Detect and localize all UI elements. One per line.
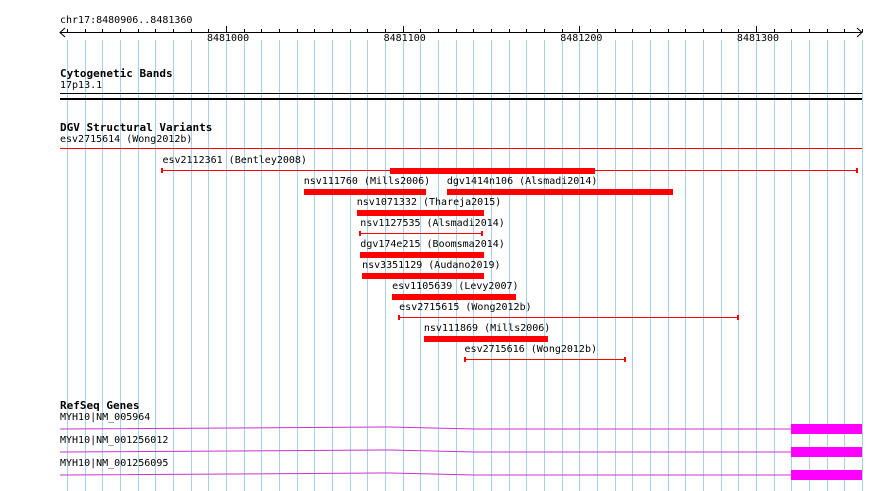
- dgv-feature-label: nsv1071332 (Thareja2015): [356, 197, 502, 208]
- refseq-gene-model[interactable]: [0, 422, 890, 436]
- refseq-intron-line: [59, 426, 792, 430]
- dgv-feature-label: esv2715616 (Wong2012b): [464, 344, 597, 355]
- refseq-gene-model[interactable]: [0, 445, 890, 459]
- dgv-feature-line[interactable]: [359, 231, 484, 236]
- dgv-feature-endcap: [624, 357, 627, 362]
- dgv-feature-label: nsv1127535 (Alsmadi2014): [360, 218, 505, 229]
- refseq-gene-model[interactable]: [0, 468, 890, 482]
- dgv-track-title[interactable]: DGV Structural Variants: [60, 122, 212, 134]
- ruler-scale[interactable]: [0, 22, 890, 72]
- dgv-feature-label: nsv111760 (Mills2006): [303, 176, 431, 187]
- dgv-feature-endcap: [463, 357, 466, 362]
- dgv-feature-label: nsv111869 (Mills2006): [423, 323, 551, 334]
- dgv-feature-bar[interactable]: [392, 294, 516, 300]
- dgv-feature-label: nsv3351129 (Audano2019): [362, 260, 501, 271]
- dgv-top-feature-label: esv2715614 (Wong2012b): [60, 134, 193, 145]
- dgv-feature-endcap: [359, 231, 362, 236]
- dgv-feature-label: dgv174e215 (Boomsma2014): [360, 239, 505, 250]
- dgv-feature-label: esv2112361 (Bentley2008): [162, 155, 307, 166]
- cytoband-band-bottom: [60, 98, 862, 100]
- dgv-feature-bar[interactable]: [446, 189, 673, 195]
- dgv-feature-bar[interactable]: [303, 189, 426, 195]
- dgv-feature-endcap: [481, 231, 484, 236]
- dgv-feature-line[interactable]: [463, 357, 627, 362]
- dgv-feature-bar[interactable]: [423, 336, 548, 342]
- refseq-track-title[interactable]: RefSeq Genes: [60, 400, 139, 412]
- dgv-feature-endcap: [855, 168, 858, 173]
- dgv-top-feature-line[interactable]: [60, 148, 862, 149]
- dgv-feature-label: esv2715615 (Wong2012b): [399, 302, 532, 313]
- ruler-tick-label: 8481100: [383, 33, 426, 44]
- ruler-tick-label: 8481000: [206, 33, 250, 44]
- dgv-feature-bar[interactable]: [362, 273, 484, 279]
- dgv-feature-label: esv1105639 (Levy2007): [392, 281, 519, 292]
- dgv-feature-line[interactable]: [398, 315, 740, 320]
- refseq-intron-line: [59, 449, 792, 453]
- dgv-feature-endcap: [737, 315, 740, 320]
- cytoband-band-top[interactable]: [60, 93, 862, 94]
- dgv-feature-endcap: [161, 168, 164, 173]
- dgv-feature-bar[interactable]: [390, 168, 596, 174]
- dgv-feature-endcap: [398, 315, 401, 320]
- dgv-feature-bar[interactable]: [356, 210, 484, 216]
- dgv-feature-bar[interactable]: [360, 252, 484, 258]
- refseq-intron-line: [59, 472, 792, 476]
- cytoband-track-title[interactable]: Cytogenetic Bands: [60, 68, 173, 80]
- refseq-exon-block: [791, 470, 862, 480]
- cytoband-label: 17p13.1: [60, 80, 103, 91]
- dgv-feature-label: dgv1414n106 (Alsmadi2014): [446, 176, 598, 187]
- ruler-tick-label: 8481300: [736, 33, 780, 44]
- genome-browser-view: chr17:8480906..8481360 8481000 8481100 848…: [0, 0, 890, 491]
- refseq-exon-block: [791, 424, 862, 434]
- refseq-exon-block: [791, 447, 862, 457]
- ruler-tick-label: 8481200: [560, 33, 603, 44]
